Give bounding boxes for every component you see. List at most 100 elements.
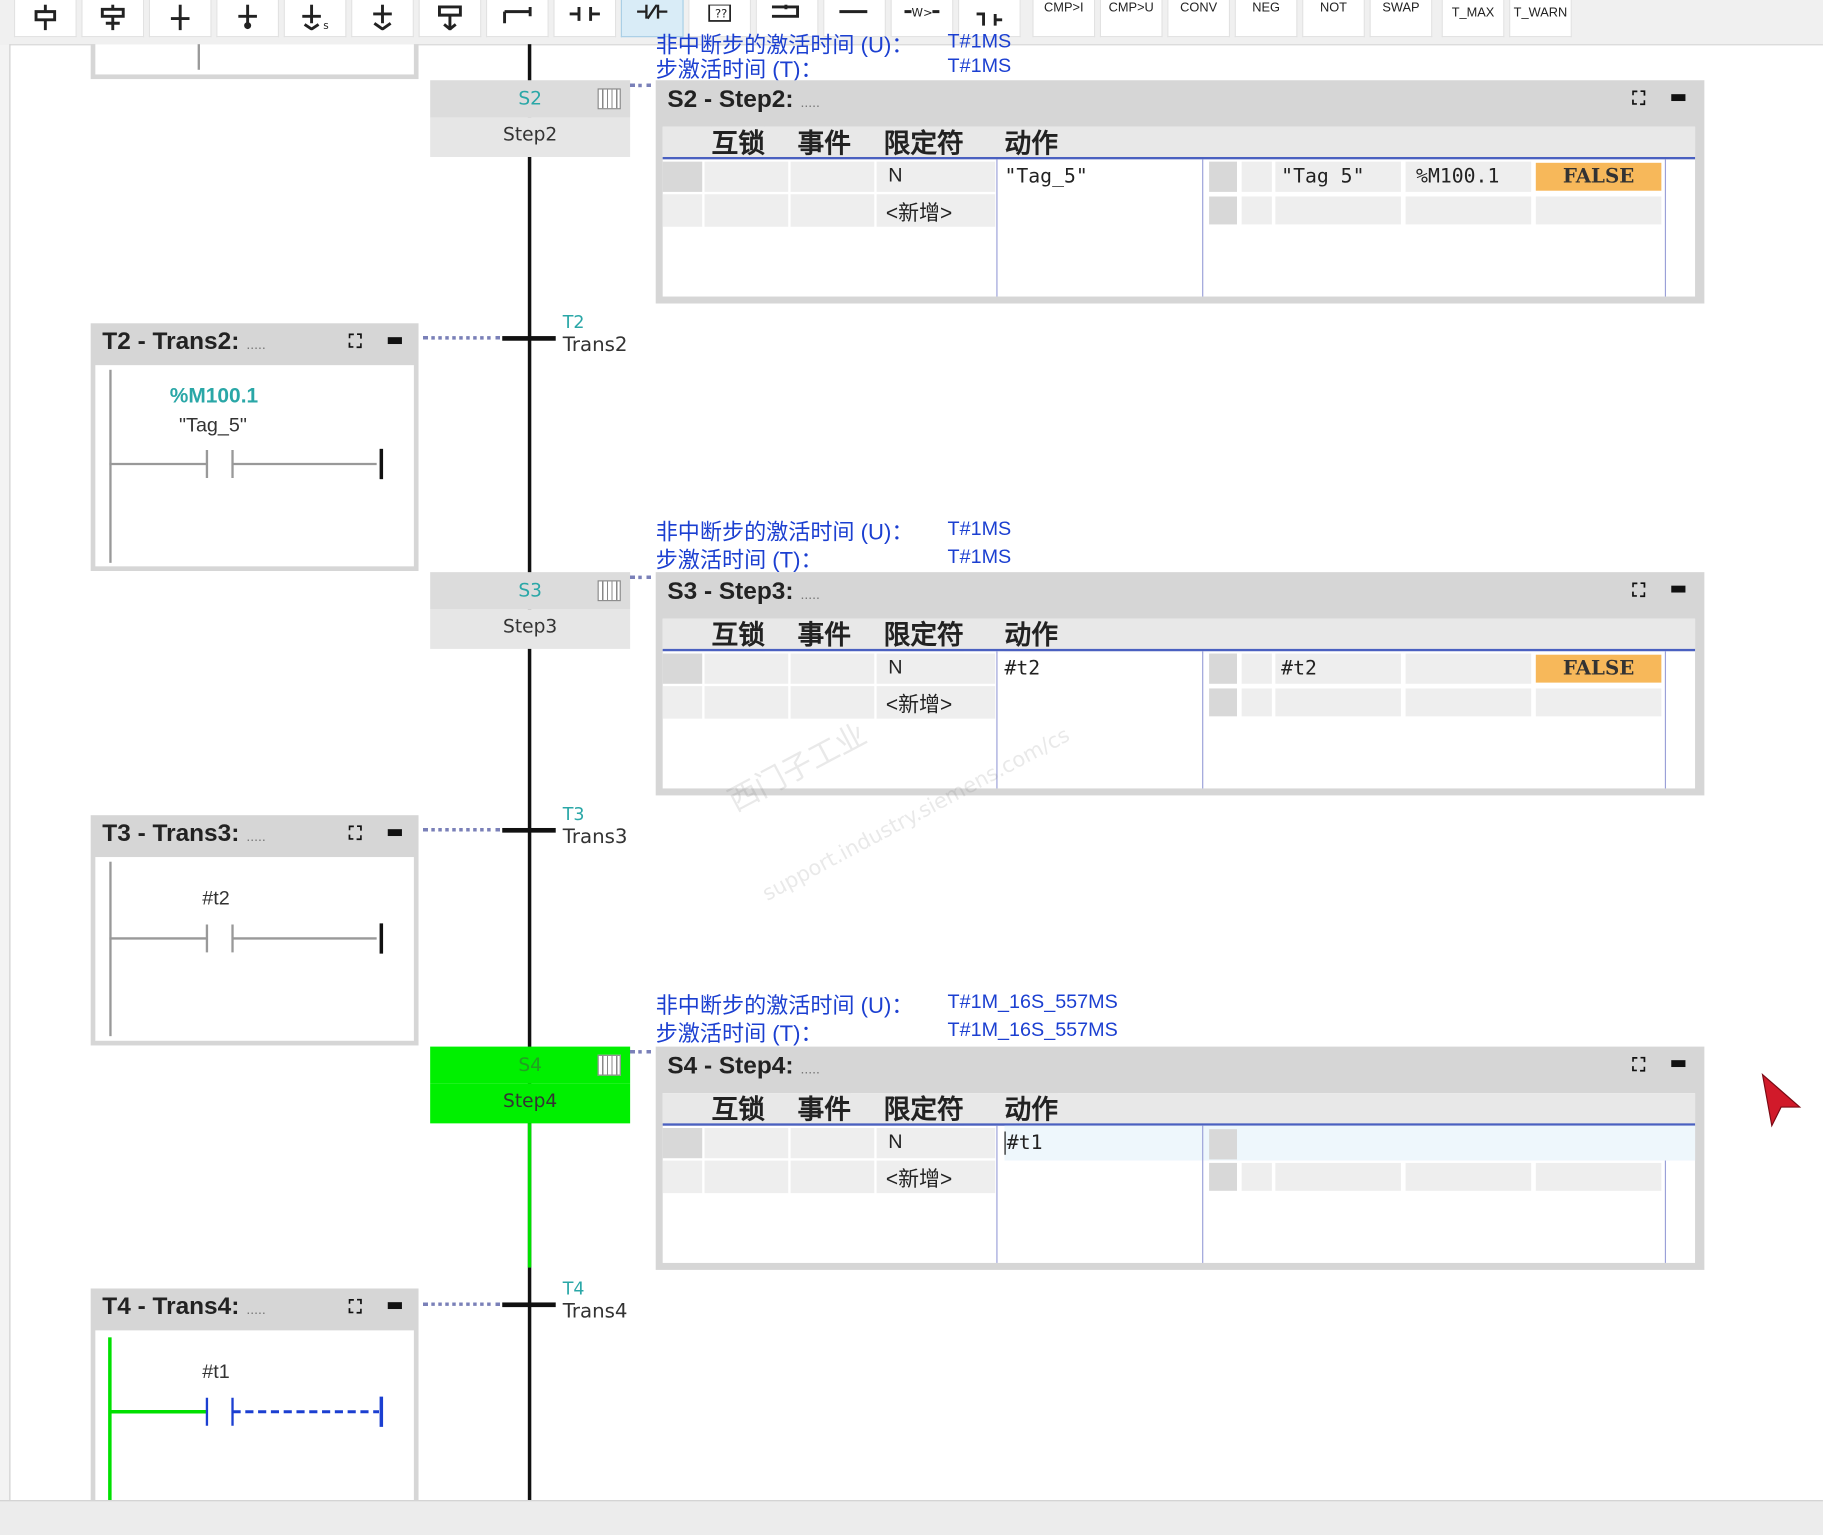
- t2-contact-address: %M100.1: [169, 383, 259, 408]
- table-icon[interactable]: [597, 580, 621, 602]
- t2-contact-tag[interactable]: "Tag_5": [179, 414, 247, 437]
- expand-icon[interactable]: ⛶: [1632, 1054, 1645, 1077]
- table-icon[interactable]: [597, 88, 621, 110]
- cmp-i-button[interactable]: CMP>I: [1032, 0, 1096, 38]
- s4-activation-label: 步激活时间 (T)：: [655, 1022, 823, 1047]
- step-s2-header[interactable]: S2: [430, 80, 631, 118]
- svg-text:??: ??: [715, 6, 727, 20]
- s2-new-row[interactable]: <新增>: [886, 197, 952, 227]
- insert-step-transition-button[interactable]: [81, 0, 145, 38]
- step-s3-name[interactable]: Step3: [430, 609, 631, 649]
- transition-t2-panel: T2 - Trans2:..... ⛶ ▬ %M100.1 "Tag_5": [90, 323, 419, 571]
- neg-button[interactable]: NEG: [1234, 0, 1298, 38]
- col-action: 动作: [1004, 618, 1058, 652]
- no-contact-icon[interactable]: [109, 447, 388, 482]
- s3-activation-value: T#1MS: [947, 545, 1012, 568]
- transition-t4-bar[interactable]: [502, 1302, 556, 1308]
- s3-qualifier[interactable]: N: [888, 656, 902, 679]
- not-button[interactable]: NOT: [1302, 0, 1365, 38]
- transition-t3-bar[interactable]: [502, 827, 556, 833]
- s4-activation-value: T#1M_16S_557MS: [947, 1018, 1118, 1041]
- s3-new-row[interactable]: <新增>: [886, 688, 952, 718]
- transition-t4-label[interactable]: T4 Trans4: [563, 1278, 628, 1325]
- step-s4-name[interactable]: Step4: [430, 1083, 631, 1124]
- no-contact-icon[interactable]: [109, 1394, 388, 1429]
- minimize-icon[interactable]: ▬: [1669, 1051, 1687, 1073]
- left-scroll-strip[interactable]: [0, 44, 11, 1501]
- col-interlock: 互锁: [711, 1093, 765, 1126]
- t-max-button[interactable]: T_MAX: [1441, 0, 1505, 38]
- col-qualifier: 限定符: [883, 1093, 964, 1126]
- s4-qualifier[interactable]: N: [888, 1130, 902, 1153]
- t-warn-button[interactable]: T_WARN: [1509, 0, 1572, 38]
- minimize-icon[interactable]: ▬: [1669, 577, 1687, 599]
- s2-action-table: 互锁 事件 限定符 动作 N "Tag_5" <新增> "Tag 5" %M10: [662, 126, 1696, 297]
- svg-text:W>: W>: [911, 5, 932, 19]
- step-s4-actions-panel: S4 - Step4:..... ⛶ ▬ 互锁 事件 限定符 动作 N #t1 …: [655, 1046, 1705, 1270]
- s2-interlock-activation-value: T#1MS: [947, 30, 1012, 53]
- expand-icon[interactable]: ⛶: [1632, 87, 1645, 110]
- cursor-icon: [1761, 1072, 1802, 1128]
- insert-branch-end-button[interactable]: [351, 0, 414, 38]
- s4-action-table: 互锁 事件 限定符 动作 N #t1 <新增>: [662, 1093, 1696, 1263]
- minimize-icon[interactable]: ▬: [386, 1293, 404, 1315]
- s4-interlock-activation-label: 非中断步的激活时间 (U)：: [655, 994, 914, 1019]
- t3-panel-title: T3 - Trans3:: [102, 819, 240, 847]
- table-icon[interactable]: [597, 1054, 621, 1076]
- insert-subsequent-step-button[interactable]: s: [283, 0, 347, 38]
- s4-interlock-activation-value: T#1M_16S_557MS: [947, 990, 1118, 1013]
- step-s2-actions-panel: S2 - Step2:..... ⛶ ▬ 互锁 事件 限定符 动作 N "Tag…: [655, 80, 1705, 304]
- expand-icon[interactable]: ⛶: [349, 1295, 362, 1318]
- t2-panel-title: T2 - Trans2:: [102, 327, 240, 355]
- transition-t3-label[interactable]: T3 Trans3: [563, 804, 628, 851]
- col-qualifier: 限定符: [883, 126, 964, 160]
- step-s3-actions-panel: S3 - Step3:..... ⛶ ▬ 互锁 事件 限定符 动作 N #t2 …: [655, 572, 1705, 796]
- col-action: 动作: [1004, 1093, 1058, 1126]
- conv-button[interactable]: CONV: [1167, 0, 1231, 38]
- insert-jump-button[interactable]: [216, 0, 280, 38]
- col-action: 动作: [1004, 126, 1058, 160]
- status-bar: [0, 1500, 1823, 1535]
- s3-action[interactable]: #t2: [1004, 657, 1040, 680]
- s2-watch-operand: "Tag 5": [1281, 165, 1365, 189]
- step-s4-header[interactable]: S4: [430, 1046, 631, 1084]
- s3-action-table: 互锁 事件 限定符 动作 N #t2 <新增> #t2 FALSE: [662, 618, 1696, 789]
- s2-action[interactable]: "Tag_5": [1004, 165, 1087, 188]
- s2-watch-value: FALSE: [1535, 162, 1662, 191]
- s4-new-row[interactable]: <新增>: [886, 1163, 952, 1193]
- minimize-icon[interactable]: ▬: [1669, 85, 1687, 107]
- insert-transition-button[interactable]: [148, 0, 212, 38]
- insert-step-button[interactable]: [13, 0, 77, 38]
- swap-button[interactable]: SWAP: [1369, 0, 1433, 38]
- transition-t4-panel: T4 - Trans4:..... ⛶ ▬ #t1: [90, 1288, 419, 1501]
- cmp-u-button[interactable]: CMP>U: [1099, 0, 1163, 38]
- col-interlock: 互锁: [711, 126, 765, 160]
- normally-open-contact-button[interactable]: [553, 0, 617, 38]
- no-contact-icon[interactable]: [109, 921, 388, 956]
- s2-activation-value: T#1MS: [947, 54, 1012, 77]
- step-s3-header[interactable]: S3: [430, 572, 631, 610]
- s3-activation-label: 步激活时间 (T)：: [655, 548, 823, 574]
- s2-qualifier[interactable]: N: [888, 164, 902, 187]
- t3-contact-tag[interactable]: #t2: [202, 887, 229, 910]
- previous-transition-panel: [90, 44, 419, 80]
- s3-interlock-activation-value: T#1MS: [947, 517, 1012, 540]
- transition-t2-label[interactable]: T2 Trans2: [563, 312, 628, 359]
- t4-contact-tag[interactable]: #t1: [202, 1361, 229, 1384]
- expand-icon[interactable]: ⛶: [349, 330, 362, 353]
- s4-action-input[interactable]: #t1: [1004, 1131, 1043, 1155]
- col-qualifier: 限定符: [883, 618, 964, 652]
- t4-panel-title: T4 - Trans4:: [102, 1293, 240, 1320]
- s2-activation-label: 步激活时间 (T)：: [655, 58, 823, 83]
- minimize-icon[interactable]: ▬: [386, 820, 404, 842]
- s4-selected-row[interactable]: [1004, 1125, 1696, 1161]
- expand-icon[interactable]: ⛶: [1632, 579, 1645, 602]
- close-branch-button[interactable]: [485, 0, 549, 38]
- transition-t2-bar[interactable]: [502, 336, 556, 341]
- minimize-icon[interactable]: ▬: [386, 328, 404, 350]
- step-s2-name[interactable]: Step2: [430, 117, 631, 157]
- s3-interlock-activation-label: 非中断步的激活时间 (U)：: [655, 520, 914, 546]
- transition-t3-panel: T3 - Trans3:..... ⛶ ▬ #t2: [90, 815, 419, 1046]
- open-branch-button[interactable]: [418, 0, 482, 38]
- expand-icon[interactable]: ⛶: [349, 822, 362, 845]
